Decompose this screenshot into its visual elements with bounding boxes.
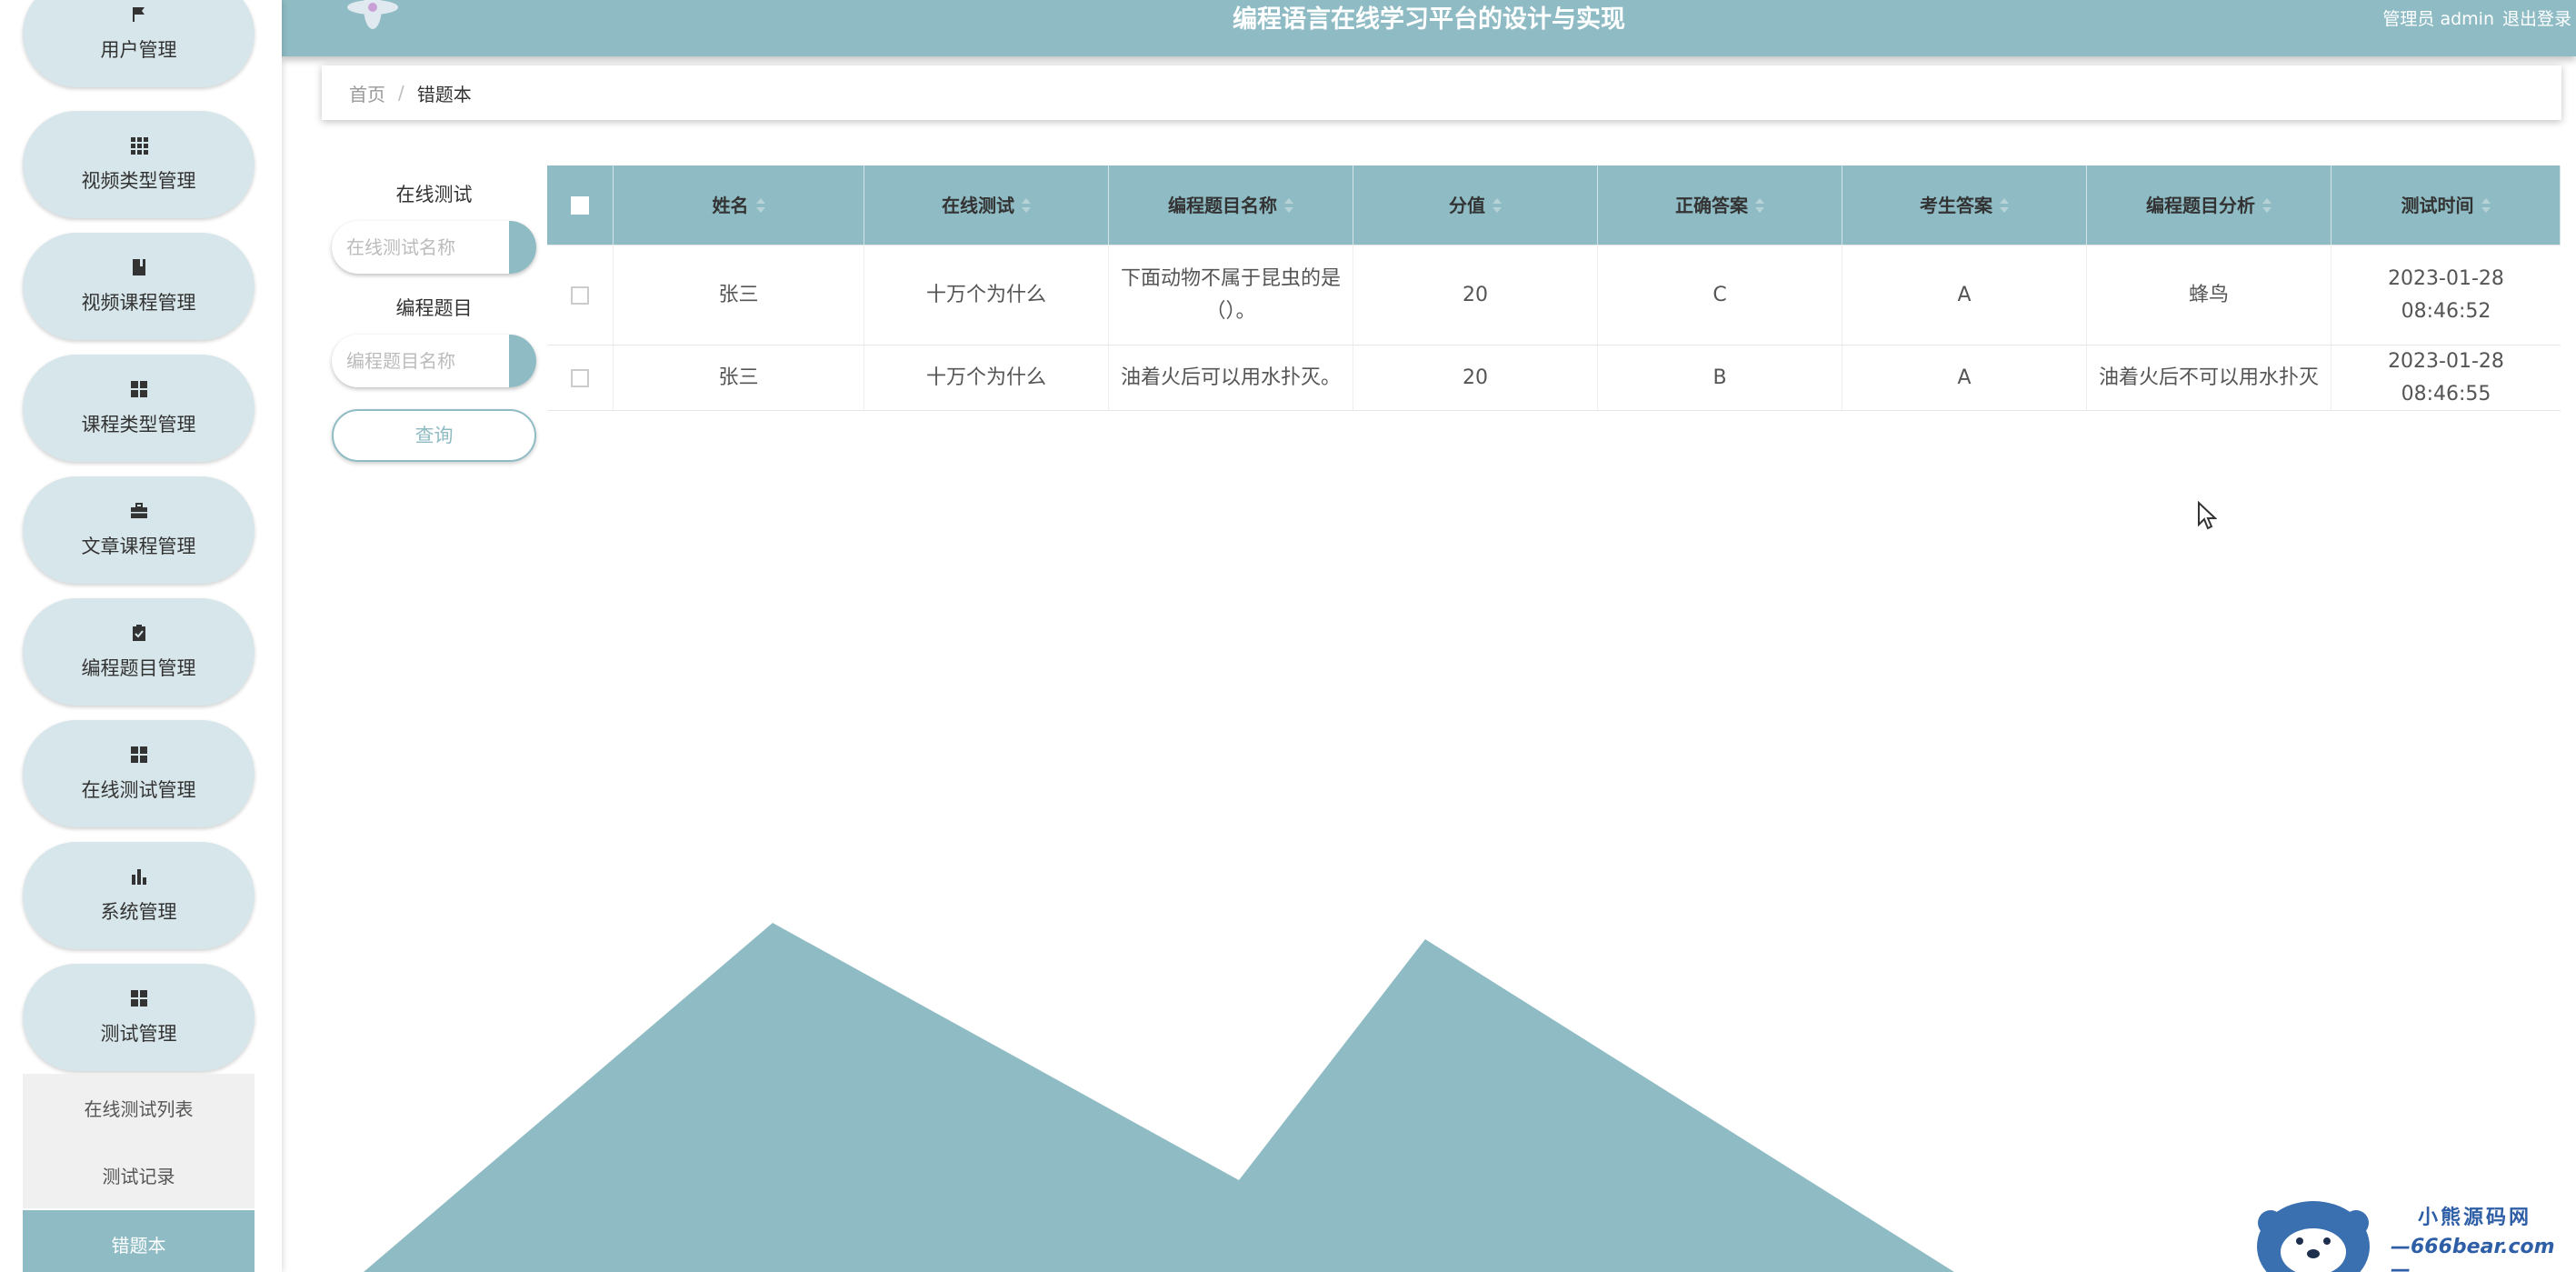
- breadcrumb-current: 错题本: [416, 83, 472, 105]
- row-checkbox[interactable]: [571, 285, 589, 305]
- cell-question-name: 油着火后可以用水扑灭。: [1109, 346, 1353, 410]
- clipboard-check-icon: [129, 623, 149, 643]
- select-all-cell: [547, 165, 614, 245]
- input-accent-cap: [509, 221, 536, 274]
- column-header-question-name[interactable]: 编程题目名称: [1109, 165, 1353, 245]
- cell-test-time: 2023-01-28 08:46:55: [2388, 349, 2504, 406]
- mouse-cursor-icon: [2198, 501, 2217, 530]
- column-header-name[interactable]: 姓名: [614, 165, 864, 245]
- sort-icon[interactable]: [1755, 197, 1764, 214]
- cell-score: 20: [1353, 346, 1598, 410]
- question-label: 编程题目: [395, 297, 473, 319]
- question-search-field: [332, 335, 536, 387]
- sidebar-item-label: 课程类型管理: [81, 414, 196, 436]
- select-all-checkbox[interactable]: [571, 195, 589, 215]
- sidebar-item-label: 视频课程管理: [81, 292, 196, 314]
- logout-link[interactable]: 退出登录: [2502, 5, 2571, 30]
- cell-analysis: 油着火后不可以用水扑灭: [2087, 346, 2331, 410]
- book-icon: [129, 257, 149, 277]
- flag-icon: [129, 5, 149, 25]
- cell-online-test: 十万个为什么: [864, 245, 1109, 345]
- sidebar-item-article-course-management[interactable]: 文章课程管理: [23, 476, 255, 584]
- apps-icon: [129, 988, 149, 1008]
- app-root: 编程语言在线学习平台的设计与实现 管理员 admin 退出登录 用户管理 视频类…: [0, 0, 2576, 1272]
- apps-icon: [129, 745, 149, 765]
- apps-icon: [129, 379, 149, 399]
- top-header: 编程语言在线学习平台的设计与实现 管理员 admin 退出登录: [282, 0, 2576, 56]
- sidebar-item-user-management[interactable]: 用户管理: [23, 0, 255, 87]
- sort-icon[interactable]: [755, 197, 765, 214]
- table-header-row: 姓名 在线测试 编程题目名称 分值 正确答案 考生答案 编程题目分析 测试时间: [547, 165, 2561, 245]
- watermark: 小熊源码网 —666bear.com—: [2254, 1187, 2563, 1272]
- sidebar-item-label: 在线测试管理: [81, 779, 196, 801]
- sidebar-item-label: 编程题目管理: [81, 657, 196, 679]
- cell-student-answer: A: [1842, 346, 2087, 410]
- watermark-url: —666bear.com—: [2391, 1236, 2555, 1272]
- cell-correct-answer: C: [1598, 245, 1842, 345]
- cell-online-test: 十万个为什么: [864, 346, 1109, 410]
- question-search-input[interactable]: [332, 335, 509, 387]
- sidebar-subitem-online-test-list[interactable]: 在线测试列表: [23, 1074, 255, 1141]
- column-header-student-answer[interactable]: 考生答案: [1842, 165, 2087, 245]
- breadcrumb-separator: /: [398, 82, 404, 104]
- sort-icon[interactable]: [1022, 197, 1031, 214]
- sidebar-subitem-test-records[interactable]: 测试记录: [23, 1141, 255, 1208]
- sidebar-item-label: 文章课程管理: [81, 536, 196, 557]
- cell-correct-answer: B: [1598, 346, 1842, 410]
- sidebar-item-video-type-management[interactable]: 视频类型管理: [23, 111, 255, 218]
- grid-icon: [129, 135, 149, 155]
- admin-label: 管理员 admin: [2382, 9, 2494, 29]
- cell-student-answer: A: [1842, 245, 2087, 345]
- column-header-analysis[interactable]: 编程题目分析: [2087, 165, 2331, 245]
- online-test-label: 在线测试: [395, 184, 473, 205]
- app-title: 编程语言在线学习平台的设计与实现: [1233, 5, 1625, 34]
- column-header-online-test[interactable]: 在线测试: [864, 165, 1109, 245]
- online-test-search-input[interactable]: [332, 221, 509, 274]
- column-header-correct-answer[interactable]: 正确答案: [1598, 165, 1842, 245]
- sidebar-item-label: 视频类型管理: [81, 170, 196, 192]
- row-select-cell: [547, 245, 614, 345]
- cell-name: 张三: [614, 346, 864, 410]
- sidebar-item-label: 测试管理: [100, 1023, 177, 1045]
- table-row: 张三 十万个为什么 下面动物不属于昆虫的是（）。 20 C A 蜂鸟 2023-…: [547, 245, 2561, 346]
- sidebar-item-system-management[interactable]: 系统管理: [23, 842, 255, 949]
- cell-name: 张三: [614, 245, 864, 345]
- watermark-title: 小熊源码网: [2418, 1207, 2532, 1229]
- sidebar-item-course-type-management[interactable]: 课程类型管理: [23, 355, 255, 462]
- online-test-search-field: [332, 221, 536, 274]
- cell-analysis: 蜂鸟: [2087, 245, 2331, 345]
- sidebar-item-programming-question-management[interactable]: 编程题目管理: [23, 598, 255, 706]
- sidebar: 用户管理 视频类型管理 视频课程管理 课程类型管理 文章课程管理 编程题目管理 …: [0, 0, 282, 1272]
- column-header-test-time[interactable]: 测试时间: [2331, 165, 2561, 245]
- briefcase-icon: [129, 501, 149, 521]
- sort-icon[interactable]: [2000, 197, 2009, 214]
- row-select-cell: [547, 346, 614, 410]
- cell-question-name: 下面动物不属于昆虫的是（）。: [1109, 245, 1353, 345]
- cell-test-time: 2023-01-28 08:46:52: [2388, 266, 2504, 323]
- sidebar-item-label: 用户管理: [100, 39, 177, 61]
- sidebar-item-online-test-management[interactable]: 在线测试管理: [23, 720, 255, 827]
- sidebar-item-test-management[interactable]: 测试管理: [23, 964, 255, 1071]
- breadcrumb-home-link[interactable]: 首页: [349, 80, 385, 106]
- sort-icon[interactable]: [1493, 197, 1502, 214]
- cell-score: 20: [1353, 245, 1598, 345]
- wrong-questions-table: 姓名 在线测试 编程题目名称 分值 正确答案 考生答案 编程题目分析 测试时间 …: [547, 165, 2561, 411]
- column-header-score[interactable]: 分值: [1353, 165, 1598, 245]
- sort-icon[interactable]: [1284, 197, 1293, 214]
- sidebar-item-video-course-management[interactable]: 视频课程管理: [23, 233, 255, 340]
- row-checkbox[interactable]: [571, 368, 589, 387]
- sidebar-item-label: 系统管理: [100, 901, 177, 923]
- table-row: 张三 十万个为什么 油着火后可以用水扑灭。 20 B A 油着火后不可以用水扑灭…: [547, 346, 2561, 411]
- sort-icon[interactable]: [2262, 197, 2271, 214]
- breadcrumb: 首页 / 错题本: [322, 65, 2561, 120]
- sort-icon[interactable]: [2481, 197, 2491, 214]
- query-button[interactable]: 查询: [332, 409, 536, 462]
- bar-chart-icon: [129, 866, 149, 886]
- input-accent-cap: [509, 335, 536, 387]
- bear-logo-icon: [2257, 1201, 2370, 1272]
- sidebar-subitem-wrong-questions[interactable]: 错题本: [23, 1210, 255, 1272]
